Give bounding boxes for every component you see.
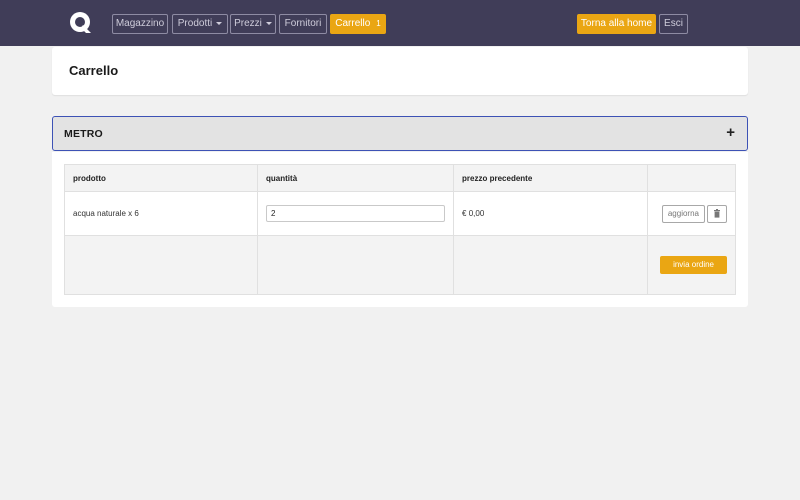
trash-icon: [714, 208, 720, 218]
table-header-row: prodotto quantità prezzo precedente: [63, 164, 736, 192]
home-button-label: Torna alla home: [580, 18, 653, 29]
quantity-input[interactable]: [266, 205, 446, 222]
submit-order-button[interactable]: invia ordine: [660, 256, 727, 274]
top-navbar: Magazzino Prodotti Prezzi Fornitori Carr…: [0, 0, 800, 46]
row-actions-cell: aggiorna: [647, 191, 736, 236]
table-footer-row: invia ordine: [63, 235, 736, 295]
footer-empty-cell: [63, 235, 259, 295]
caret-down-icon: [216, 21, 223, 25]
cart-count-badge: 1: [376, 19, 381, 28]
page-title: Carrello: [69, 63, 119, 78]
column-header-quantity: quantità: [257, 164, 455, 192]
nav-magazzino-label: Magazzino: [115, 18, 165, 29]
update-button[interactable]: aggiorna: [661, 204, 705, 223]
footer-empty-cell: [453, 235, 649, 295]
footer-actions-cell: invia ordine: [647, 235, 736, 295]
cart-table-card: prodotto quantità prezzo precedente acqu…: [52, 152, 748, 307]
column-header-product: prodotto: [63, 164, 259, 192]
nav-carrello-button[interactable]: Carrello 1: [330, 14, 386, 34]
logout-button-label: Esci: [664, 18, 683, 29]
nav-fornitori-button[interactable]: Fornitori: [279, 14, 327, 34]
column-header-actions: [647, 164, 736, 192]
cart-table: prodotto quantità prezzo precedente acqu…: [63, 164, 736, 295]
supplier-section-title: METRO: [64, 128, 103, 140]
q-logo-icon[interactable]: [69, 11, 93, 35]
nav-prezzi-label: Prezzi: [234, 18, 262, 29]
table-row: acqua naturale x 6 € 0,00 aggiorna: [63, 191, 736, 236]
delete-button[interactable]: [707, 204, 727, 223]
column-header-previous-price: prezzo precedente: [453, 164, 649, 192]
nav-prodotti-dropdown[interactable]: Prodotti: [172, 14, 228, 34]
caret-down-icon: [265, 21, 272, 25]
footer-empty-cell: [257, 235, 455, 295]
nav-magazzino-button[interactable]: Magazzino: [112, 14, 168, 34]
nav-prezzi-dropdown[interactable]: Prezzi: [230, 14, 276, 34]
nav-prodotti-label: Prodotti: [177, 18, 213, 29]
page-title-card: Carrello: [52, 47, 748, 95]
supplier-section-header[interactable]: METRO +: [52, 116, 748, 151]
home-button[interactable]: Torna alla home: [577, 14, 656, 34]
product-name-cell: acqua naturale x 6: [63, 191, 259, 236]
logout-button[interactable]: Esci: [659, 14, 688, 34]
quantity-cell: [257, 191, 455, 236]
plus-icon[interactable]: +: [726, 125, 735, 141]
nav-fornitori-label: Fornitori: [284, 18, 322, 29]
previous-price-cell: € 0,00: [453, 191, 649, 236]
nav-carrello-label: Carrello: [335, 18, 371, 29]
